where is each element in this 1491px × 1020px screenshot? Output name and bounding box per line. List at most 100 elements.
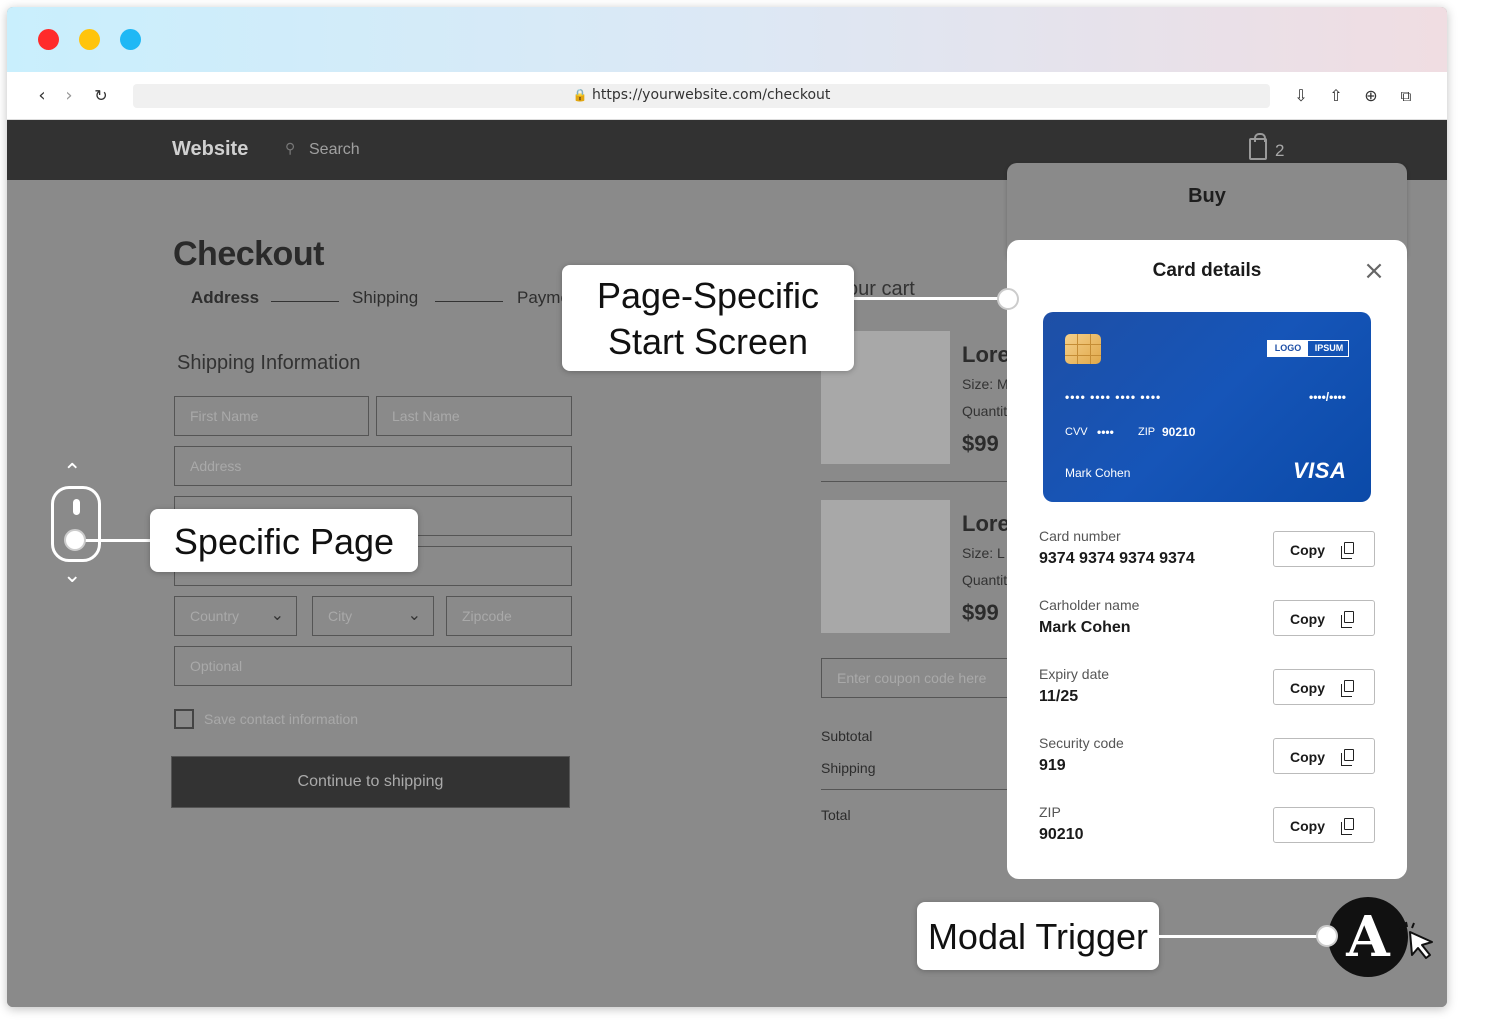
cart-item-size: Size: M	[962, 376, 1009, 392]
field-value: 11/25	[1039, 688, 1079, 705]
lock-icon: 🔒	[572, 88, 588, 102]
last-name-input[interactable]: Last Name	[376, 396, 572, 436]
field-value: 919	[1039, 757, 1066, 774]
summary-divider	[821, 789, 1011, 790]
cart-item-quantity: Quantit	[962, 572, 1008, 588]
close-window-dot[interactable]	[38, 29, 59, 50]
browser-window: ‹ › ↻ 🔒 https://yourwebsite.com/checkout…	[7, 7, 1447, 1007]
step-divider	[271, 301, 339, 302]
section-title: Shipping Information	[177, 352, 361, 374]
search-icon: ⚲	[285, 140, 296, 156]
optional-input[interactable]: Optional	[174, 646, 572, 686]
copy-zip-button[interactable]: Copy	[1273, 807, 1375, 843]
visa-logo: VISA	[1293, 458, 1347, 483]
copy-icon	[1341, 542, 1354, 559]
chevron-up-icon: ⌃	[63, 460, 82, 485]
step-address[interactable]: Address	[191, 288, 259, 308]
save-contact-checkbox[interactable]	[174, 709, 194, 729]
card-zip-label: ZIP	[1138, 426, 1156, 438]
coupon-input[interactable]: Enter coupon code here	[821, 658, 1021, 698]
url-text: https://yourwebsite.com/checkout	[592, 87, 831, 103]
share-icon[interactable]: ⇧	[1325, 85, 1347, 107]
maximize-window-dot[interactable]	[120, 29, 141, 50]
forward-icon[interactable]: ›	[58, 85, 80, 107]
card-cvv-label: CVV	[1065, 426, 1088, 438]
copy-expiry-button[interactable]: Copy	[1273, 669, 1375, 705]
card-number-masked: •••• •••• •••• ••••	[1065, 390, 1162, 404]
card-expiry-masked: ••••/••••	[1309, 390, 1346, 404]
card-cvv-masked: ••••	[1097, 425, 1114, 439]
shopping-bag-icon[interactable]	[1249, 133, 1267, 160]
field-label: Card number	[1039, 528, 1121, 544]
cart-divider	[821, 481, 1011, 482]
back-icon[interactable]: ‹	[31, 85, 53, 107]
card-logo: LOGO IPSUM	[1267, 340, 1349, 357]
address-input[interactable]: Address	[174, 446, 572, 486]
field-value: 90210	[1039, 826, 1084, 843]
cart-item-price: $99	[962, 431, 999, 456]
save-contact-label: Save contact information	[204, 711, 359, 727]
field-label: Carholder name	[1039, 597, 1140, 613]
modal-title: Card details	[1152, 260, 1262, 281]
copy-security-code-button[interactable]: Copy	[1273, 738, 1375, 774]
specific-page-callout: Specific Page	[150, 509, 418, 572]
copy-icon	[1341, 818, 1354, 835]
copy-cardholder-button[interactable]: Copy	[1273, 600, 1375, 636]
site-search[interactable]: Search	[309, 141, 360, 159]
cart-item-price: $99	[962, 600, 999, 625]
first-name-input[interactable]: First Name	[174, 396, 369, 436]
card-zip-value: 90210	[1162, 425, 1196, 439]
download-icon[interactable]: ⇩	[1290, 85, 1312, 107]
cart-item-name: Lore	[962, 511, 1010, 536]
card-details-modal: Card details × LOGO IPSUM •••• •••• ••••…	[1007, 240, 1407, 879]
new-tab-icon[interactable]: ⊕	[1360, 85, 1382, 107]
buy-panel-title: Buy	[1188, 185, 1226, 207]
browser-toolbar: ‹ › ↻ 🔒 https://yourwebsite.com/checkout…	[7, 72, 1447, 120]
site-brand[interactable]: Website	[172, 138, 248, 161]
chevron-down-icon: ⌄	[270, 605, 284, 624]
field-label: ZIP	[1039, 804, 1061, 820]
copy-card-number-button[interactable]: Copy	[1273, 531, 1375, 567]
connector-line	[80, 539, 155, 542]
card-chip-icon	[1065, 334, 1101, 364]
connector-endpoint	[997, 288, 1019, 310]
subtotal-label: Subtotal	[821, 728, 873, 744]
card-holder: Mark Cohen	[1065, 466, 1131, 480]
chevron-down-icon: ⌄	[63, 563, 82, 588]
copy-icon	[1341, 749, 1354, 766]
page-specific-start-screen-callout: Page-Specific Start Screen	[562, 265, 854, 371]
modal-trigger-button[interactable]: A	[1328, 897, 1408, 977]
total-label: Total	[821, 807, 851, 823]
step-divider	[435, 301, 503, 302]
city-select[interactable]: City ⌄	[312, 596, 434, 636]
cart-item-thumbnail	[821, 500, 950, 633]
country-select[interactable]: Country ⌄	[174, 596, 297, 636]
field-value: 9374 9374 9374 9374	[1039, 550, 1195, 567]
field-value: Mark Cohen	[1039, 619, 1131, 636]
cart-item-size: Size: L	[962, 545, 1005, 561]
page-title: Checkout	[173, 235, 324, 273]
connector-endpoint	[1316, 925, 1338, 947]
copy-icon	[1341, 611, 1354, 628]
close-icon[interactable]: ×	[1362, 258, 1386, 284]
connector-line	[1156, 935, 1326, 938]
continue-to-shipping-button[interactable]: Continue to shipping	[171, 756, 570, 808]
shipping-label: Shipping	[821, 760, 876, 776]
zipcode-input[interactable]: Zipcode	[446, 596, 572, 636]
credit-card: LOGO IPSUM •••• •••• •••• •••• ••••/••••…	[1043, 312, 1371, 502]
reload-icon[interactable]: ↻	[90, 85, 112, 107]
field-label: Expiry date	[1039, 666, 1110, 682]
cart-item-quantity: Quantit	[962, 403, 1008, 419]
cart-count: 2	[1275, 141, 1285, 160]
field-label: Security code	[1039, 735, 1124, 751]
minimize-window-dot[interactable]	[79, 29, 100, 50]
title-bar	[7, 7, 1447, 72]
chevron-down-icon: ⌄	[407, 605, 421, 624]
copy-icon	[1341, 680, 1354, 697]
click-cursor-icon	[1399, 921, 1433, 959]
step-shipping[interactable]: Shipping	[352, 288, 418, 308]
cart-item-name: Lore	[962, 342, 1010, 367]
modal-trigger-callout: Modal Trigger	[917, 902, 1159, 970]
tabs-overview-icon[interactable]: ⧉	[1395, 85, 1417, 107]
address-bar[interactable]: 🔒 https://yourwebsite.com/checkout	[133, 84, 1270, 108]
